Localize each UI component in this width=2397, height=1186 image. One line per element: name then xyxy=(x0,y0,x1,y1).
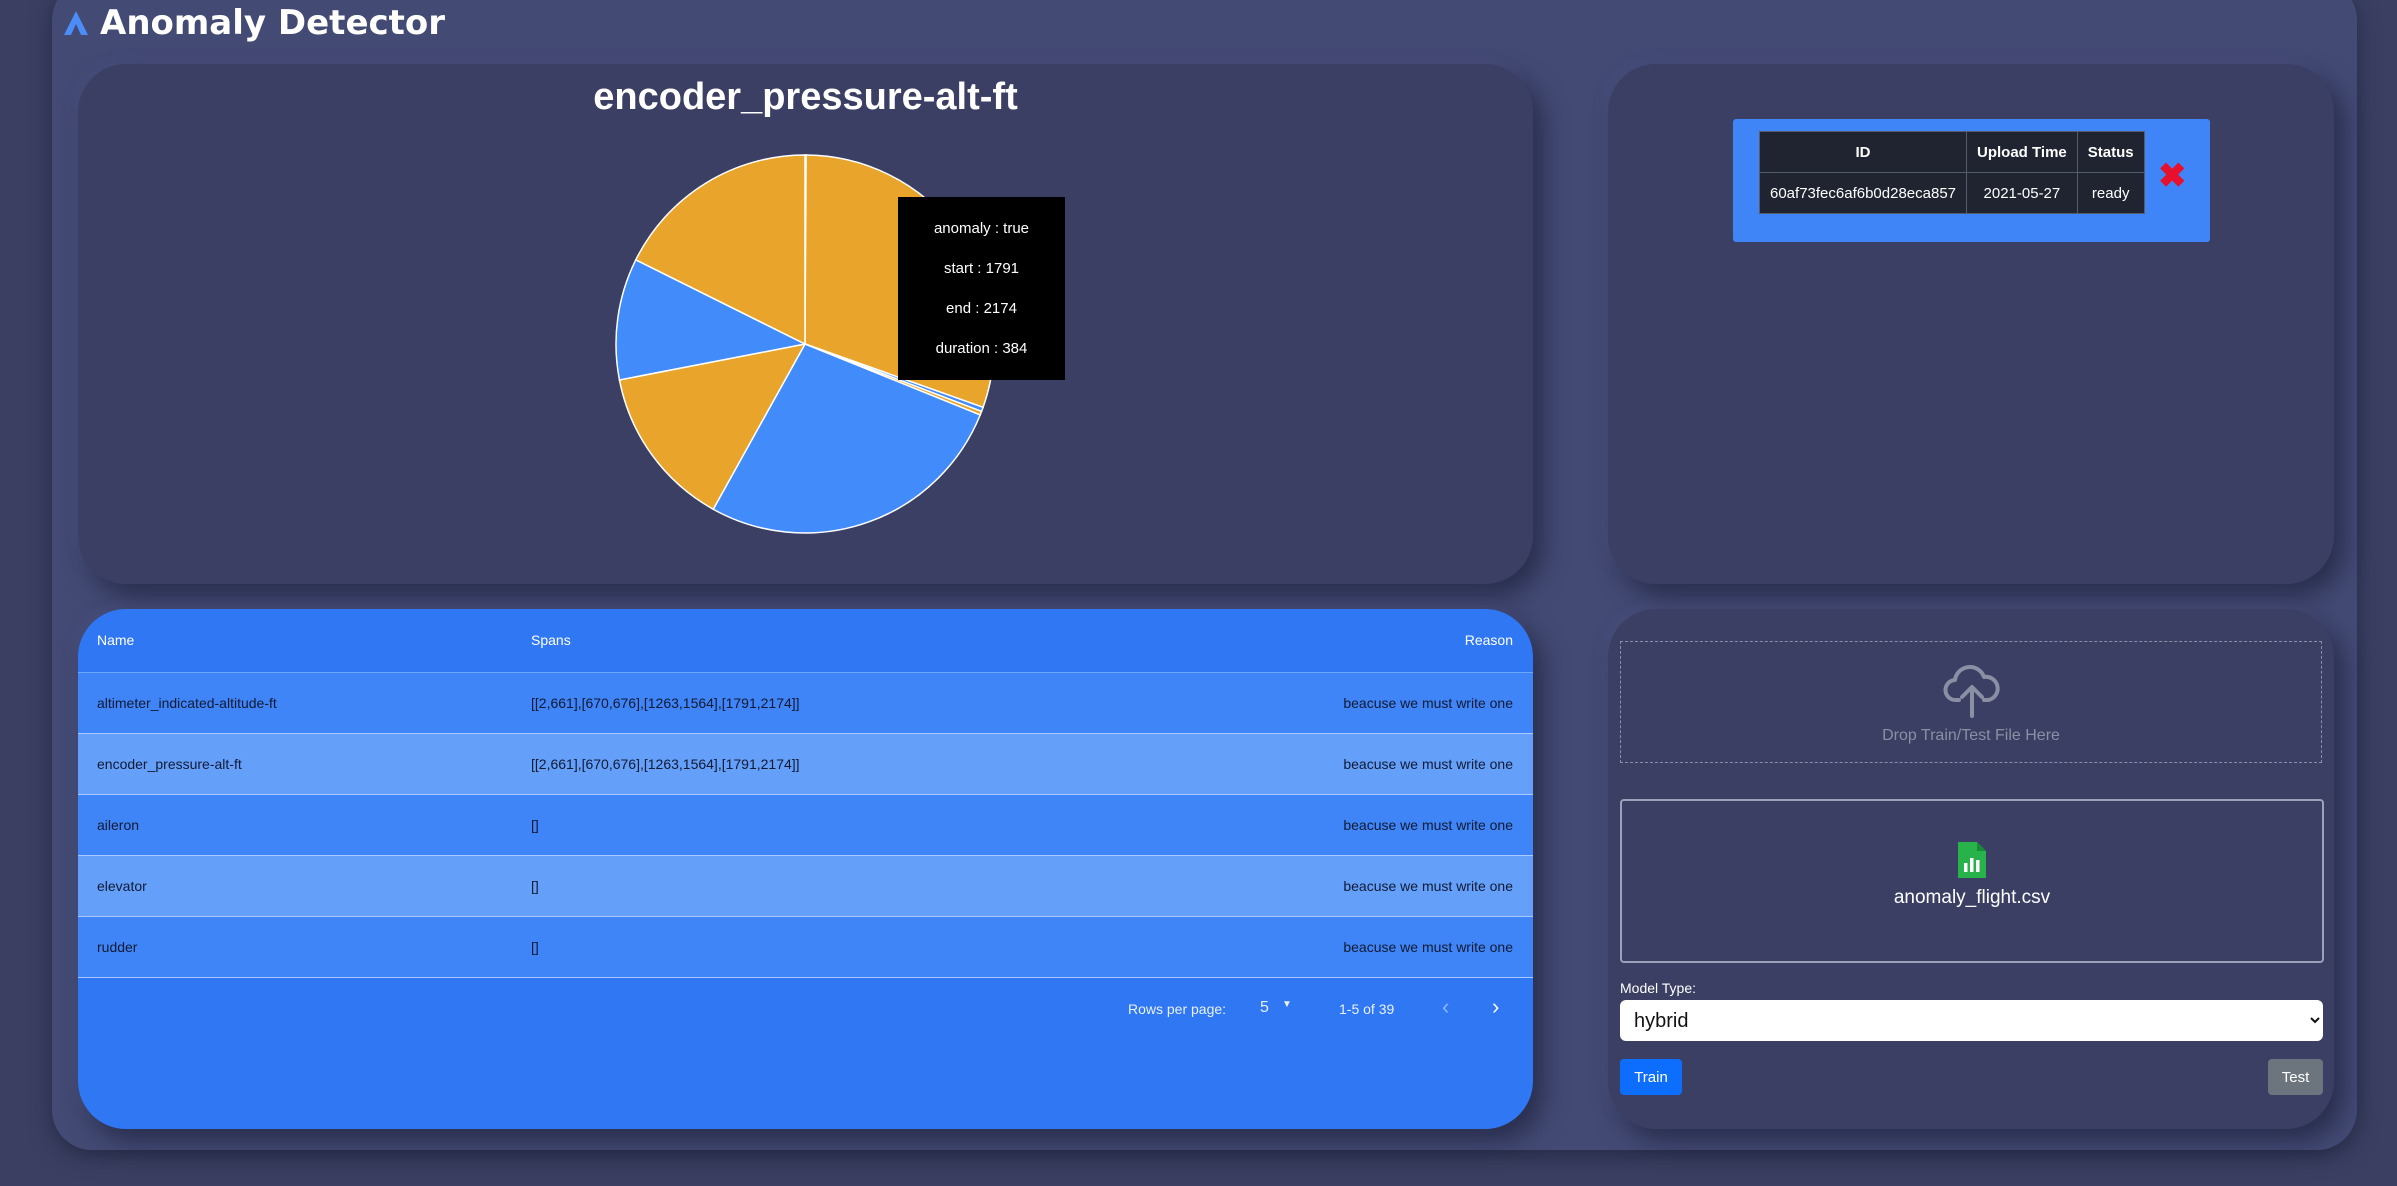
row-spans: [] xyxy=(531,939,539,955)
file-status: ready xyxy=(2076,172,2145,214)
app-title: Anomaly Detector xyxy=(100,3,446,43)
model-type-select[interactable]: hybrid xyxy=(1620,1000,2323,1041)
row-name: rudder xyxy=(97,939,138,955)
chart-panel: encoder_pressure-alt-ft anomaly : true s… xyxy=(78,64,1533,584)
table-header: Name Spans Reason xyxy=(78,609,1533,673)
caret-down-icon[interactable]: ▼ xyxy=(1282,999,1292,1010)
file-id: 60af73fec6af6b0d28eca857 xyxy=(1758,172,1968,214)
file-upload-time: 2021-05-27 xyxy=(1966,172,2078,214)
files-header-id: ID xyxy=(1758,131,1968,173)
table-row[interactable]: elevator [] beacuse we must write one xyxy=(78,856,1533,917)
table-row[interactable]: altimeter_indicated-altitude-ft [[2,661]… xyxy=(78,673,1533,734)
files-table-container: ID Upload Time Status 60af73fec6af6b0d28… xyxy=(1733,119,2210,242)
selected-file-name: anomaly_flight.csv xyxy=(1893,887,2051,908)
row-reason: beacuse we must write one xyxy=(1343,756,1513,772)
pagination-range: 1-5 of 39 xyxy=(1339,1001,1395,1017)
table-row[interactable]: aileron [] beacuse we must write one xyxy=(78,795,1533,856)
upload-panel: Drop Train/Test File Here anomaly_flight… xyxy=(1608,609,2334,1129)
row-reason: beacuse we must write one xyxy=(1343,939,1513,955)
rows-per-page-label: Rows per page: xyxy=(1128,1001,1227,1017)
file-dropzone[interactable]: Drop Train/Test File Here xyxy=(1620,641,2322,763)
chevron-right-icon[interactable]: › xyxy=(1492,994,1499,1020)
table-row[interactable]: encoder_pressure-alt-ft [[2,661],[670,67… xyxy=(78,734,1533,795)
tooltip-anomaly: anomaly : true xyxy=(933,220,1030,237)
tooltip-duration: duration : 384 xyxy=(935,340,1028,357)
table-pagination: Rows per page: 5 ▼ 1-5 of 39 ‹ › xyxy=(78,989,1533,1029)
header-reason[interactable]: Reason xyxy=(1465,632,1513,648)
anomaly-table-panel: Name Spans Reason altimeter_indicated-al… xyxy=(78,609,1533,1129)
row-reason: beacuse we must write one xyxy=(1343,878,1513,894)
header-name[interactable]: Name xyxy=(97,632,134,648)
dropzone-label: Drop Train/Test File Here xyxy=(1882,727,2060,744)
logo-icon xyxy=(64,11,88,35)
tooltip-start: start : 1791 xyxy=(943,260,1020,277)
table-row[interactable]: rudder [] beacuse we must write one xyxy=(78,917,1533,978)
row-name: elevator xyxy=(97,878,147,894)
close-icon[interactable]: ✖ xyxy=(2158,159,2187,193)
row-reason: beacuse we must write one xyxy=(1343,695,1513,711)
train-button[interactable]: Train xyxy=(1620,1059,1682,1095)
cloud-upload-icon xyxy=(1943,665,2000,718)
row-spans: [] xyxy=(531,878,539,894)
row-spans: [[2,661],[670,676],[1263,1564],[1791,217… xyxy=(531,695,800,711)
files-header-status: Status xyxy=(2076,131,2145,173)
row-name: altimeter_indicated-altitude-ft xyxy=(97,695,277,711)
files-table-header: ID Upload Time Status xyxy=(1758,131,2145,173)
row-name: encoder_pressure-alt-ft xyxy=(97,756,242,772)
tooltip-end: end : 2174 xyxy=(946,300,1017,317)
chart-tooltip: anomaly : true start : 1791 end : 2174 d… xyxy=(898,197,1065,380)
chevron-left-icon[interactable]: ‹ xyxy=(1442,994,1449,1020)
app-header: Anomaly Detector xyxy=(62,0,445,46)
files-panel: ID Upload Time Status 60af73fec6af6b0d28… xyxy=(1608,64,2334,584)
row-name: aileron xyxy=(97,817,140,833)
pie-chart xyxy=(615,154,995,534)
row-spans: [] xyxy=(531,817,539,833)
rows-per-page-select[interactable]: 5 xyxy=(1260,999,1269,1017)
files-header-upload-time: Upload Time xyxy=(1966,131,2078,173)
csv-file-icon xyxy=(1958,842,1986,878)
model-type-label: Model Type: xyxy=(1620,980,1697,996)
selected-file-card: anomaly_flight.csv xyxy=(1620,799,2324,963)
test-button[interactable]: Test xyxy=(2268,1059,2323,1095)
row-reason: beacuse we must write one xyxy=(1343,817,1513,833)
files-table-row[interactable]: 60af73fec6af6b0d28eca857 2021-05-27 read… xyxy=(1758,172,2145,214)
files-table: ID Upload Time Status 60af73fec6af6b0d28… xyxy=(1758,131,2145,214)
header-spans[interactable]: Spans xyxy=(531,632,571,648)
row-spans: [[2,661],[670,676],[1263,1564],[1791,217… xyxy=(531,756,800,772)
